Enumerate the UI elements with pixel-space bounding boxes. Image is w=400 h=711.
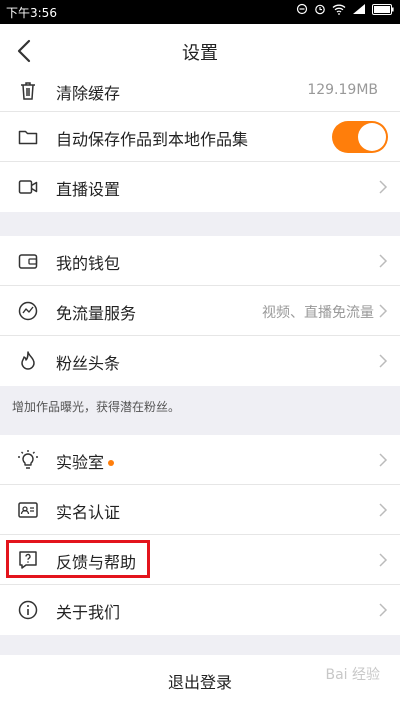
live-settings-label: 直播设置 — [56, 180, 121, 199]
settings-item-fan-headline[interactable]: 粉丝头条 — [0, 336, 400, 386]
flame-icon — [21, 351, 35, 370]
chevron-right-icon — [379, 603, 388, 617]
alarm-icon — [315, 4, 325, 15]
cache-size-value: 129.19MB — [307, 82, 378, 98]
chevron-right-icon — [379, 354, 388, 368]
settings-item-auto-save: 自动保存作品到本地作品集 — [0, 112, 400, 162]
video-camera-icon — [18, 180, 38, 194]
lab-label-wrap: 实验室 — [56, 449, 115, 473]
about-label: 关于我们 — [56, 603, 121, 622]
nav-bar: 设置 — [0, 24, 400, 78]
trash-icon — [21, 82, 35, 100]
chevron-right-icon — [379, 304, 388, 318]
real-name-label: 实名认证 — [56, 503, 121, 522]
dnd-icon — [296, 3, 308, 15]
info-icon — [18, 600, 38, 620]
settings-item-clear-cache[interactable]: 清除缓存 129.19MB — [0, 78, 400, 112]
fan-headline-hint: 增加作品曝光，获得潜在粉丝。 — [12, 400, 181, 414]
chevron-right-icon — [379, 180, 388, 194]
chevron-right-icon — [379, 553, 388, 567]
signal-icon — [353, 4, 365, 14]
lab-label: 实验室 — [56, 453, 105, 472]
wallet-icon — [18, 254, 38, 269]
settings-item-about[interactable]: 关于我们 — [0, 585, 400, 635]
free-traffic-label: 免流量服务 — [56, 304, 137, 323]
folder-icon — [18, 130, 38, 145]
status-time: 下午3:56 — [6, 6, 57, 20]
auto-save-label: 自动保存作品到本地作品集 — [56, 130, 249, 149]
clear-cache-label: 清除缓存 — [56, 84, 121, 103]
traffic-chart-icon — [18, 301, 38, 321]
free-traffic-value: 视频、直播免流量 — [262, 305, 374, 321]
toggle-knob — [358, 123, 386, 151]
battery-icon — [372, 3, 394, 15]
status-icons — [296, 3, 394, 15]
wallet-label: 我的钱包 — [56, 254, 121, 273]
chevron-right-icon — [379, 254, 388, 268]
id-card-icon — [18, 502, 38, 518]
chevron-right-icon — [379, 503, 388, 517]
fan-headline-label: 粉丝头条 — [56, 354, 121, 373]
new-dot-badge — [108, 460, 115, 466]
chevron-right-icon — [379, 453, 388, 467]
baidu-watermark: Bai 经验 — [325, 667, 380, 683]
settings-item-free-traffic[interactable]: 免流量服务 视频、直播免流量 — [0, 286, 400, 336]
wifi-icon — [332, 4, 346, 15]
settings-item-live-settings[interactable]: 直播设置 — [0, 162, 400, 212]
auto-save-toggle[interactable] — [332, 121, 388, 153]
settings-item-wallet[interactable]: 我的钱包 — [0, 236, 400, 286]
settings-item-lab[interactable]: 实验室 — [0, 435, 400, 485]
status-bar: 下午3:56 — [0, 0, 400, 24]
page-title: 设置 — [182, 43, 218, 64]
lightbulb-icon — [18, 450, 38, 469]
annotation-highlight-box — [6, 540, 150, 578]
settings-item-real-name[interactable]: 实名认证 — [0, 485, 400, 535]
